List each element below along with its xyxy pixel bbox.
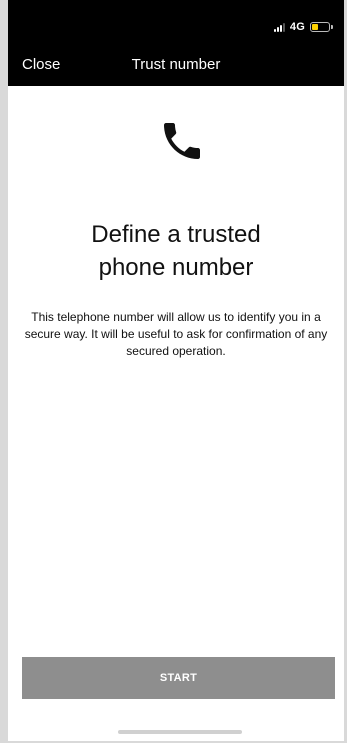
signal-icon — [273, 22, 285, 32]
phone-handset-icon — [164, 123, 200, 159]
home-indicator — [118, 730, 242, 734]
start-button[interactable]: START — [22, 657, 335, 699]
headline: Define a trusted phone number — [28, 218, 324, 284]
navigation-bar: Close Trust number — [8, 44, 344, 86]
battery-level-fill — [312, 24, 318, 30]
headline-line-1: Define a trusted — [91, 221, 261, 248]
network-type-label: 4G — [289, 21, 305, 33]
phone-screen: 4G Close Trust number Define a trusted p… — [8, 0, 344, 741]
headline-line-2: phone number — [98, 254, 254, 281]
page-title: Trust number — [131, 56, 221, 73]
status-indicators: 4G — [273, 20, 333, 34]
battery-icon — [310, 22, 333, 32]
description-text: This telephone number will allow us to i… — [24, 310, 328, 358]
status-bar: 4G — [8, 0, 344, 44]
